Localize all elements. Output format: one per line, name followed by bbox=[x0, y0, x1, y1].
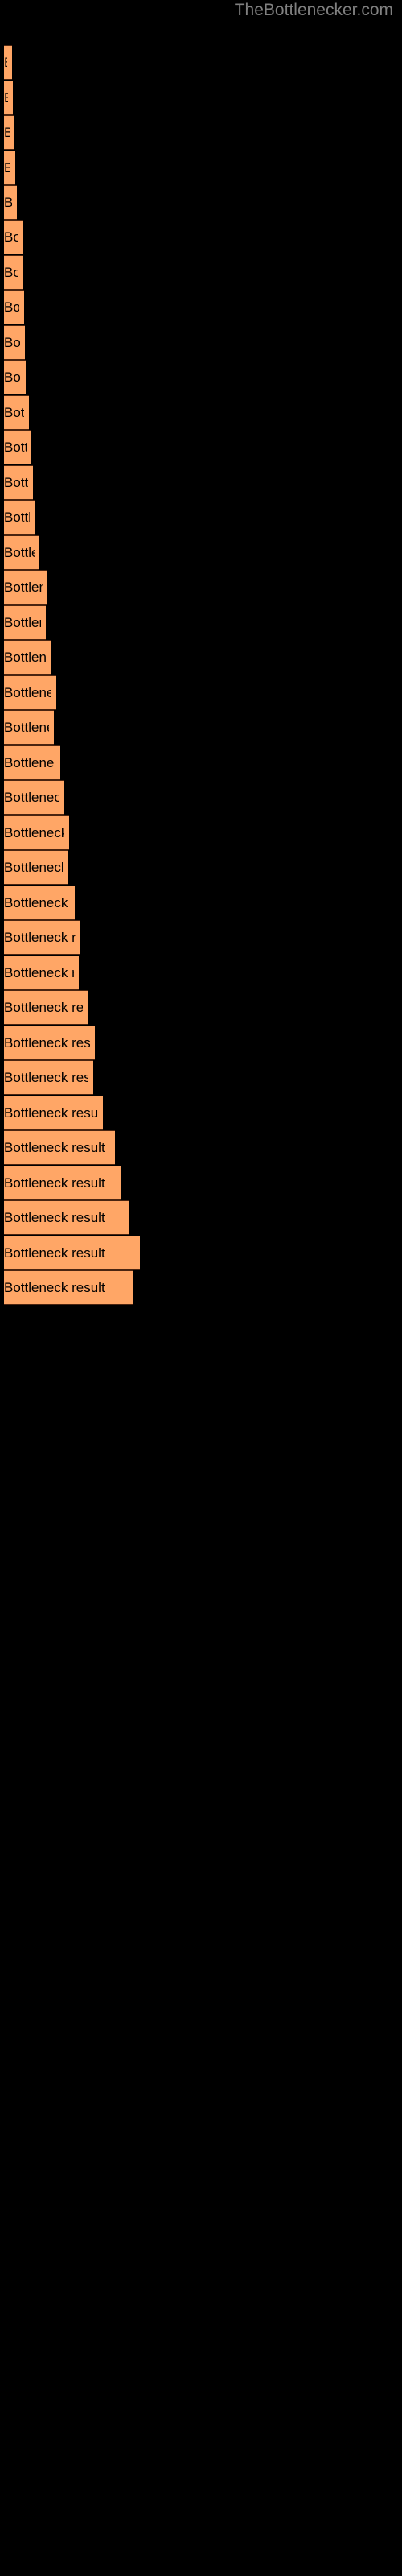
bar[interactable] bbox=[4, 325, 25, 360]
bar[interactable] bbox=[4, 1236, 140, 1270]
bar[interactable] bbox=[4, 850, 68, 885]
bar[interactable] bbox=[4, 115, 14, 150]
bar[interactable] bbox=[4, 990, 88, 1025]
bar[interactable] bbox=[4, 465, 33, 500]
bar[interactable] bbox=[4, 745, 60, 780]
bar[interactable] bbox=[4, 956, 79, 990]
bar[interactable] bbox=[4, 535, 39, 570]
bar[interactable] bbox=[4, 1200, 129, 1235]
bar[interactable] bbox=[4, 255, 23, 290]
bar[interactable] bbox=[4, 1130, 115, 1165]
bar[interactable] bbox=[4, 710, 54, 745]
bar[interactable] bbox=[4, 185, 17, 220]
bar[interactable] bbox=[4, 570, 47, 605]
bar[interactable] bbox=[4, 500, 35, 535]
bar[interactable] bbox=[4, 360, 26, 394]
bar[interactable] bbox=[4, 1166, 121, 1200]
bar[interactable] bbox=[4, 1026, 95, 1060]
bar[interactable] bbox=[4, 1270, 133, 1305]
bar[interactable] bbox=[4, 151, 15, 185]
bar[interactable] bbox=[4, 220, 23, 254]
bar[interactable] bbox=[4, 290, 24, 324]
bar[interactable] bbox=[4, 920, 80, 955]
bar[interactable] bbox=[4, 780, 64, 815]
bar[interactable] bbox=[4, 886, 75, 920]
bottleneck-bar-chart: Bottleneck resultBottleneck resultBottle… bbox=[0, 0, 402, 2576]
bar[interactable] bbox=[4, 815, 69, 850]
bar[interactable] bbox=[4, 80, 13, 115]
bar[interactable] bbox=[4, 1060, 93, 1095]
bar[interactable] bbox=[4, 1096, 103, 1130]
bar[interactable] bbox=[4, 45, 12, 80]
bar[interactable] bbox=[4, 675, 56, 710]
bar[interactable] bbox=[4, 640, 51, 675]
bar[interactable] bbox=[4, 605, 46, 640]
bar[interactable] bbox=[4, 395, 29, 430]
bar[interactable] bbox=[4, 430, 31, 464]
